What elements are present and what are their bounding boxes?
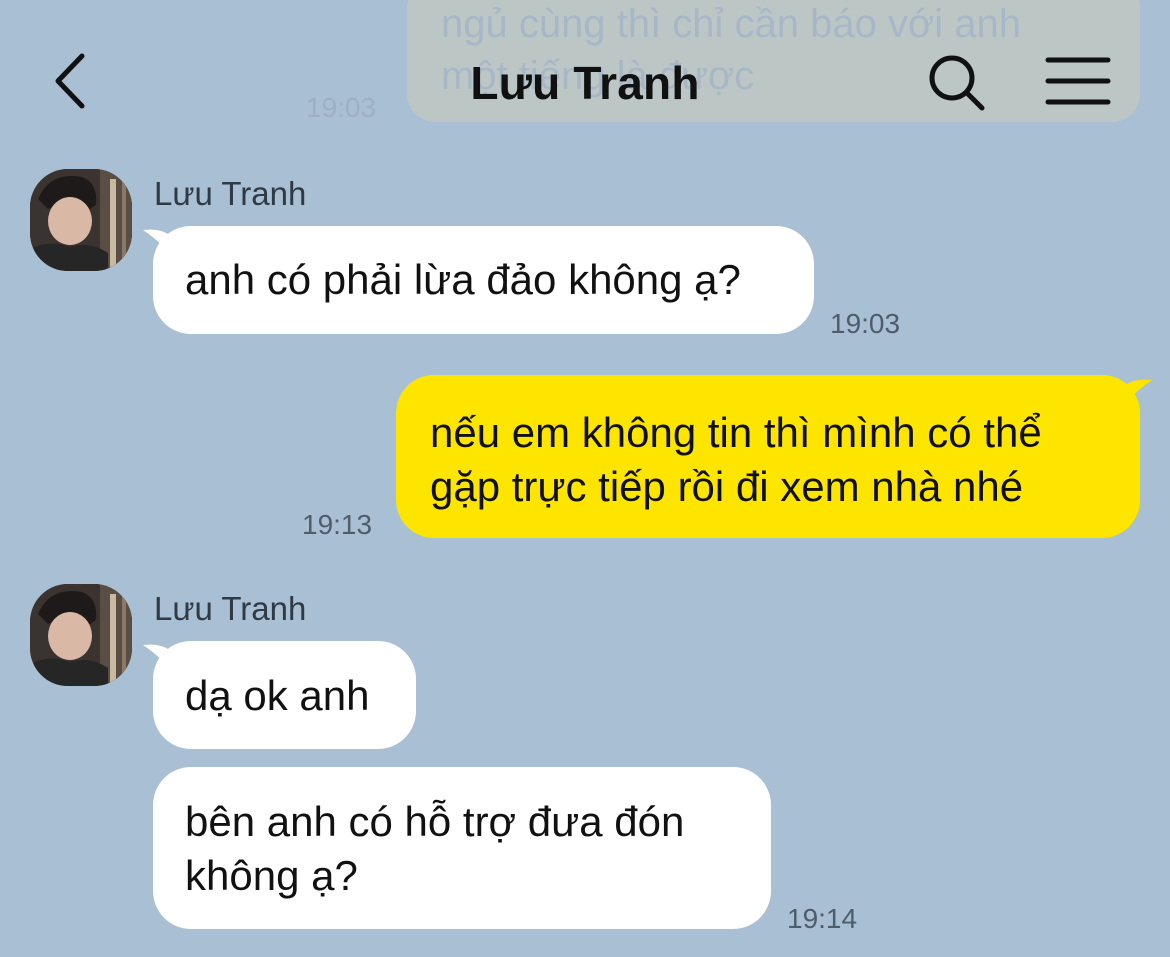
- menu-button[interactable]: [1044, 52, 1112, 112]
- profile-photo: [30, 584, 132, 686]
- message-bubble[interactable]: nếu em không tin thì mình có thể gặp trự…: [396, 375, 1140, 538]
- sender-name: Lưu Tranh: [154, 590, 307, 627]
- message-time: 19:14: [787, 903, 858, 934]
- message-bubble[interactable]: dạ ok anh: [153, 641, 416, 749]
- message-bubble[interactable]: anh có phải lừa đảo không ạ?: [153, 226, 814, 334]
- chat-title: Lưu Tranh: [470, 57, 700, 109]
- profile-photo: [30, 169, 132, 271]
- chat-screen: ngủ cùng thì chỉ cần báo với anh một tiế…: [0, 0, 1170, 957]
- search-icon: [929, 55, 985, 111]
- chat-header: Lưu Tranh: [0, 0, 1170, 160]
- search-button[interactable]: [924, 50, 990, 116]
- hamburger-menu-icon: [1045, 57, 1111, 105]
- avatar[interactable]: [30, 169, 132, 271]
- message-bubble[interactable]: bên anh có hỗ trợ đưa đón không ạ?: [153, 767, 771, 929]
- sender-name: Lưu Tranh: [154, 175, 307, 212]
- avatar[interactable]: [30, 584, 132, 686]
- message-time: 19:03: [830, 308, 901, 339]
- message-time: 19:13: [302, 509, 373, 540]
